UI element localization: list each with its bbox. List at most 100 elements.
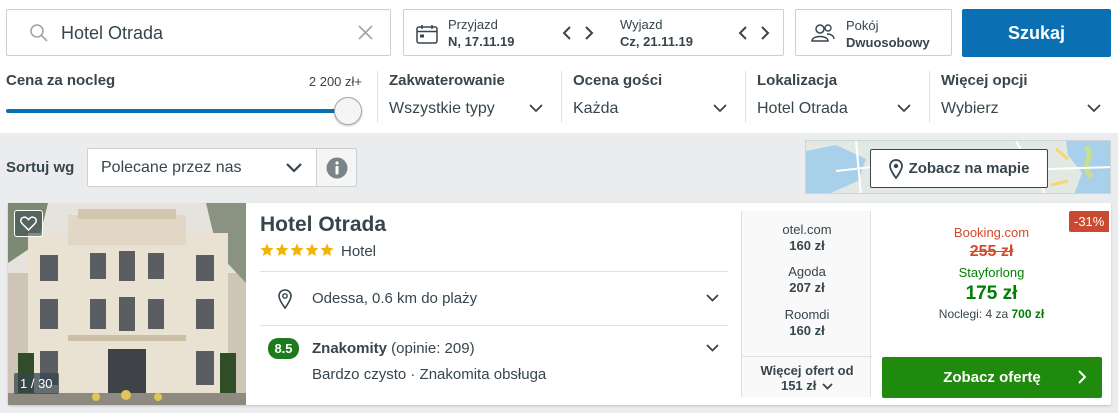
deal-price: 175 zł (965, 283, 1018, 304)
hotel-photo[interactable]: 1 / 30 (8, 203, 246, 405)
chevron-down-icon (713, 104, 727, 113)
checkout-value[interactable]: Cz, 21.11.19 (620, 34, 693, 49)
checkin-label: Przyjazd (448, 17, 498, 32)
rating-expand-icon[interactable] (706, 344, 719, 352)
date-picker[interactable]: Przyjazd N, 17.11.19 Wyjazd Cz, 21.11.19 (403, 9, 784, 56)
checkin-value[interactable]: N, 17.11.19 (448, 34, 515, 49)
favorite-button[interactable] (14, 210, 43, 237)
offer-price: 160 zł (789, 323, 825, 338)
price-slider-track[interactable] (6, 109, 346, 113)
heart-icon (20, 216, 37, 231)
more-offers-price: 151 zł (780, 378, 817, 393)
checkout-label: Wyjazd (620, 17, 663, 32)
divider (260, 325, 728, 326)
other-offers: otel.com 160 zł Agoda 207 zł Roomdi 160 … (741, 211, 872, 397)
sort-value: Polecane przez nas (101, 159, 242, 176)
checkout-prev-icon[interactable] (738, 25, 748, 41)
hotel-type: Hotel (341, 243, 377, 260)
star-icon (260, 243, 274, 256)
search-button[interactable]: Szukaj (962, 9, 1111, 57)
offer-price: 160 zł (789, 238, 825, 253)
view-deal-button[interactable]: Zobacz ofertę (882, 357, 1102, 398)
rating-score-badge: 8.5 (268, 338, 299, 359)
more-offers-price-row: 151 zł (742, 378, 872, 393)
photo-counter: 1 / 30 (14, 373, 59, 394)
filter-rating[interactable]: Ocena gości Każda (561, 71, 733, 123)
filter-location[interactable]: Lokalizacja Hotel Otrada (745, 71, 917, 123)
chevron-down-icon (822, 383, 833, 390)
filter-more[interactable]: Więcej opcji Wybierz (929, 71, 1101, 123)
chevron-right-icon (1078, 370, 1086, 384)
chevron-down-icon (529, 104, 543, 113)
search-value: Hotel Otrada (61, 23, 164, 43)
filter-more-value: Wybierz (941, 100, 999, 117)
checkout-next-icon[interactable] (760, 25, 770, 41)
hotel-result-card: 1 / 30 Hotel Otrada Hotel Odessa, 0.6 km… (8, 203, 1111, 405)
info-icon (326, 157, 347, 178)
room-label: Pokój (846, 18, 879, 33)
hotel-stars (260, 243, 334, 257)
more-offers-button[interactable]: Więcej ofert od 151 zł (742, 356, 872, 397)
old-price: 255 zł (969, 243, 1014, 260)
search-header: Hotel Otrada Przyjazd N, 17.11.19 Wyjazd… (0, 0, 1118, 133)
star-icon (275, 243, 289, 256)
filter-rating-value: Każda (573, 100, 619, 117)
divider (260, 271, 728, 272)
offer-item[interactable]: otel.com 160 zł (742, 222, 872, 253)
offer-item[interactable]: Roomdi 160 zł (742, 307, 872, 338)
price-filter-label: Cena za nocleg (6, 72, 116, 89)
hotel-location: Odessa, 0.6 km do plaży (312, 290, 478, 307)
show-on-map-label: Zobacz na mapie (908, 160, 1030, 177)
star-icon (320, 243, 334, 256)
sort-info-button[interactable] (316, 148, 357, 187)
filter-accommodation-title: Zakwaterowanie (389, 72, 505, 89)
nights-total-price: 700 zł (1011, 307, 1045, 321)
search-input[interactable]: Hotel Otrada (6, 9, 391, 56)
chevron-down-icon (286, 163, 302, 173)
offer-site: Agoda (788, 264, 826, 279)
more-offers-label: Więcej ofert od (760, 363, 854, 378)
offer-site: otel.com (782, 222, 832, 237)
sort-label: Sortuj wg (6, 159, 75, 176)
guests-icon (811, 24, 835, 42)
offer-site: Roomdi (784, 307, 830, 322)
chevron-down-icon (1087, 104, 1101, 113)
location-expand-icon[interactable] (706, 294, 719, 302)
checkin-prev-icon[interactable] (562, 25, 572, 41)
show-on-map-button[interactable]: Zobacz na mapie (870, 149, 1048, 188)
search-icon (30, 24, 48, 42)
hotel-name[interactable]: Hotel Otrada (260, 213, 386, 237)
rating-summary: Znakomity (opinie: 209) (312, 340, 475, 357)
checkin-next-icon[interactable] (584, 25, 594, 41)
filter-location-title: Lokalizacja (757, 72, 838, 89)
filter-accommodation[interactable]: Zakwaterowanie Wszystkie typy (377, 71, 549, 123)
nights-label: Noclegi: 4 za (938, 307, 1012, 321)
location-pin-icon (278, 289, 292, 309)
room-selector[interactable]: Pokój Dwuosobowy (795, 9, 952, 56)
rating-highlights: Bardzo czysto · Znakomita obsługa (312, 366, 547, 383)
view-deal-label: Zobacz ofertę (943, 369, 1041, 386)
room-value: Dwuosobowy (846, 35, 930, 50)
filter-rating-title: Ocena gości (573, 72, 663, 89)
chevron-down-icon (897, 104, 911, 113)
map-pin-icon (888, 158, 903, 179)
map-preview[interactable]: Zobacz na mapie (805, 140, 1111, 194)
price-max-label: 2 200 zł+ (308, 74, 362, 89)
filter-more-title: Więcej opcji (941, 72, 1028, 89)
offer-price: 207 zł (789, 280, 825, 295)
sort-select[interactable]: Polecane przez nas (87, 148, 317, 187)
deal-partner: Stayforlong (958, 265, 1025, 280)
clear-icon[interactable] (357, 24, 374, 41)
nights-total: Noclegi: 4 za 700 zł (874, 307, 1109, 321)
price-slider-handle[interactable] (334, 97, 362, 125)
filter-location-value: Hotel Otrada (757, 100, 848, 117)
filter-accommodation-value: Wszystkie typy (389, 100, 495, 117)
compare-site: Booking.com (953, 225, 1030, 240)
best-deal: Booking.com 255 zł Stayforlong 175 zł No… (874, 225, 1109, 321)
calendar-icon (416, 25, 438, 44)
star-icon (290, 243, 304, 256)
rating-count: (opinie: 209) (387, 340, 475, 357)
star-icon (305, 243, 319, 256)
offer-item[interactable]: Agoda 207 zł (742, 264, 872, 295)
rating-word: Znakomity (312, 340, 388, 357)
